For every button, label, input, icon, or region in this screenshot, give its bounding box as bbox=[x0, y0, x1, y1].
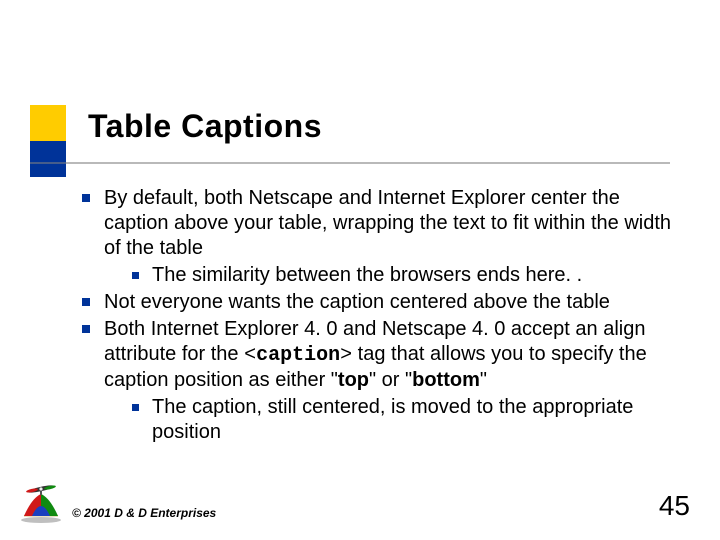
bullet-text: By default, both Netscape and Internet E… bbox=[104, 187, 671, 259]
sub-bullet-item: The caption, still centered, is moved to… bbox=[128, 395, 672, 445]
sub-bullet-list: The caption, still centered, is moved to… bbox=[104, 395, 672, 445]
accent-yellow-square bbox=[30, 105, 66, 141]
propeller-hat-icon bbox=[18, 484, 64, 524]
slide-title: Table Captions bbox=[88, 108, 322, 145]
sub-bullet-text: The caption, still centered, is moved to… bbox=[152, 396, 633, 443]
sub-bullet-text: The similarity between the browsers ends… bbox=[152, 264, 582, 286]
bullet-text: Both Internet Explorer 4. 0 and Netscape… bbox=[104, 318, 647, 391]
page-number: 45 bbox=[659, 490, 690, 522]
sub-bullet-item: The similarity between the browsers ends… bbox=[128, 263, 672, 288]
body-text: By default, both Netscape and Internet E… bbox=[76, 186, 672, 447]
title-area: Table Captions bbox=[88, 108, 322, 145]
bullet-text: Not everyone wants the caption centered … bbox=[104, 291, 610, 313]
bullet-item: Both Internet Explorer 4. 0 and Netscape… bbox=[76, 317, 672, 445]
accent-navy-square bbox=[30, 141, 66, 177]
title-underline bbox=[30, 162, 670, 164]
footer-copyright: © 2001 D & D Enterprises bbox=[72, 506, 216, 520]
bullet-item: Not everyone wants the caption centered … bbox=[76, 290, 672, 315]
bullet-item: By default, both Netscape and Internet E… bbox=[76, 186, 672, 288]
slide: Table Captions By default, both Netscape… bbox=[0, 0, 720, 540]
sub-bullet-list: The similarity between the browsers ends… bbox=[104, 263, 672, 288]
bullet-list: By default, both Netscape and Internet E… bbox=[76, 186, 672, 445]
